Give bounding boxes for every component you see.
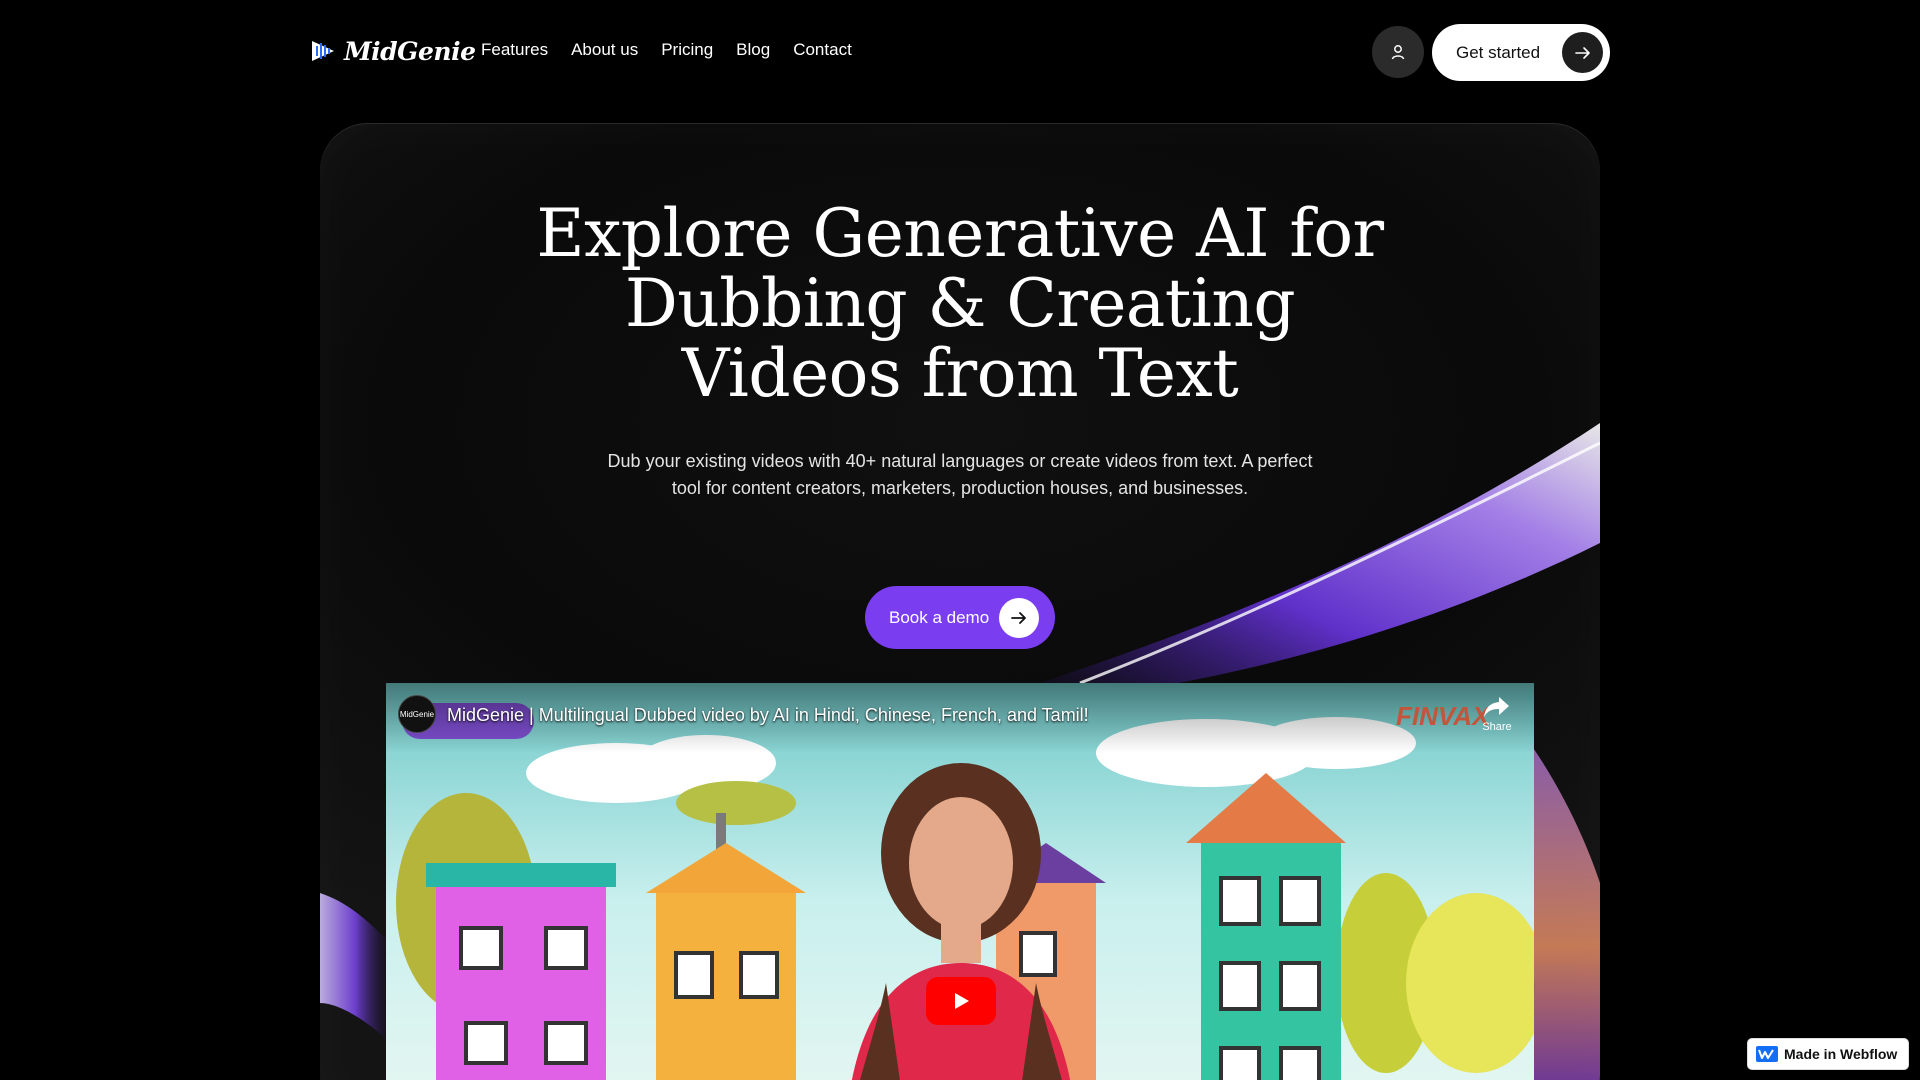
- arrow-right-icon: [1562, 32, 1603, 73]
- share-label: Share: [1482, 721, 1512, 733]
- logo-mark-icon: [312, 41, 334, 61]
- nav-links: Features About us Pricing Blog Contact: [481, 40, 852, 60]
- brand-logo[interactable]: MidGenie: [310, 36, 476, 66]
- book-demo-button[interactable]: Book a demo: [865, 586, 1055, 649]
- get-started-label: Get started: [1456, 42, 1541, 62]
- user-icon: [1391, 45, 1405, 60]
- made-in-webflow-label: Made in Webflow: [1784, 1046, 1898, 1062]
- made-in-webflow-badge[interactable]: Made in Webflow: [1748, 1039, 1908, 1069]
- youtube-video-embed[interactable]: MidGenie MidGenie | Multilingual Dubbed …: [386, 683, 1534, 1080]
- get-started-button[interactable]: Get started: [1432, 24, 1610, 81]
- nav-link-features[interactable]: Features: [481, 40, 548, 60]
- channel-avatar-label: MidGenie: [399, 709, 435, 719]
- play-icon: [955, 993, 969, 1009]
- account-button[interactable]: [1372, 26, 1424, 78]
- play-button[interactable]: [926, 977, 996, 1025]
- nav-link-contact[interactable]: Contact: [793, 40, 852, 60]
- nav-link-pricing[interactable]: Pricing: [661, 40, 713, 60]
- hero-subtitle-line: Dub your existing videos with 40+ natura…: [607, 451, 1313, 471]
- arrow-right-icon: [999, 598, 1039, 638]
- webflow-logo-icon: [1756, 1046, 1778, 1062]
- hero-section: Explore Generative AI for Dubbing & Crea…: [320, 123, 1600, 1080]
- nav-link-about-us[interactable]: About us: [571, 40, 638, 60]
- channel-avatar[interactable]: MidGenie: [398, 695, 436, 733]
- logo-text: MidGenie: [344, 36, 476, 66]
- top-navigation: MidGenie Features About us Pricing Blog …: [0, 0, 1920, 104]
- hero-title: Explore Generative AI for Dubbing & Crea…: [320, 199, 1600, 409]
- hero-subtitle-line: tool for content creators, marketers, pr…: [671, 478, 1249, 498]
- nav-link-blog[interactable]: Blog: [736, 40, 770, 60]
- hero-title-line: Videos from Text: [681, 335, 1239, 412]
- hero-title-line: Dubbing & Creating: [624, 265, 1296, 342]
- hero-subtitle: Dub your existing videos with 40+ natura…: [570, 448, 1350, 502]
- share-button[interactable]: Share: [1472, 695, 1522, 745]
- book-demo-label: Book a demo: [889, 607, 990, 627]
- share-icon: [1484, 697, 1509, 717]
- video-title[interactable]: MidGenie | Multilingual Dubbed video by …: [447, 705, 1089, 726]
- hero-title-line: Explore Generative AI for: [536, 195, 1384, 272]
